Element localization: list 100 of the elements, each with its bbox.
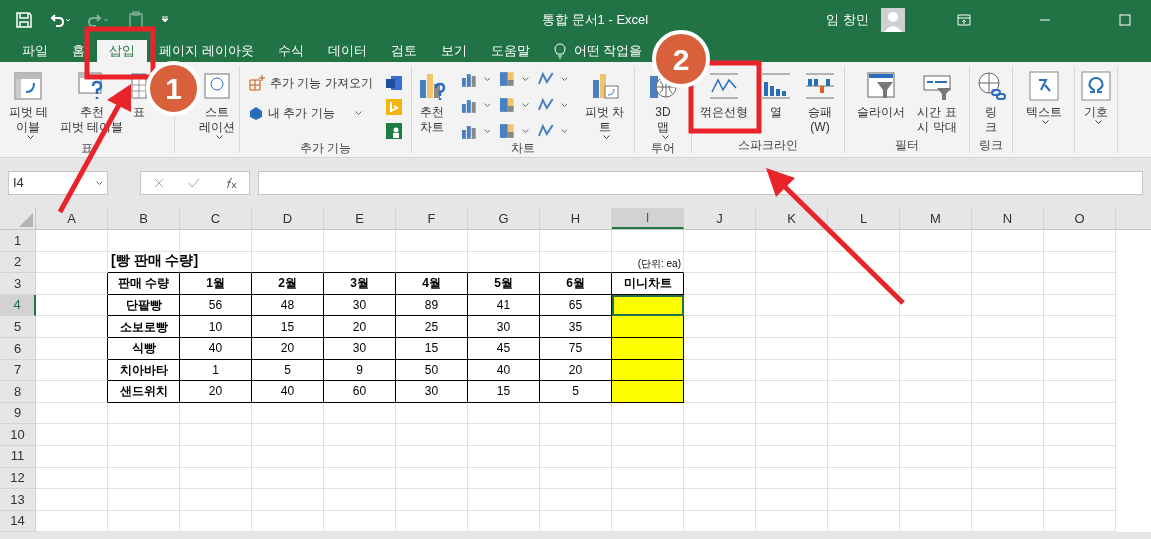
ribbon-button[interactable]: 기호 <box>1076 66 1116 153</box>
cancel-icon[interactable] <box>152 177 165 189</box>
column-header[interactable]: O <box>1044 208 1116 229</box>
grid-cell <box>900 445 972 468</box>
check-icon[interactable] <box>188 177 200 189</box>
chart-type-icon[interactable] <box>498 122 517 140</box>
maximize-icon[interactable] <box>1119 14 1131 26</box>
caret-icon <box>354 111 362 117</box>
row-header[interactable]: 14 <box>0 510 36 533</box>
table-cell: 10 <box>180 316 252 338</box>
table-cell: 25 <box>396 316 468 338</box>
grid-cell <box>972 445 1044 468</box>
column-header[interactable]: C <box>180 208 252 229</box>
grid-cell <box>1044 445 1116 468</box>
column-header[interactable]: M <box>900 208 972 229</box>
row-header[interactable]: 6 <box>0 337 36 360</box>
formula-field[interactable] <box>258 171 1143 195</box>
ribbon-tab[interactable]: 데이터 <box>315 40 379 62</box>
ribbon-tab[interactable]: 보기 <box>428 40 479 62</box>
ribbon-button[interactable]: 텍스트 <box>1021 66 1066 153</box>
clipboard-icon[interactable] <box>128 11 144 29</box>
chart-type-icon[interactable] <box>498 70 517 88</box>
grid-cell <box>684 402 756 425</box>
grid-cell <box>900 489 972 511</box>
grid-cell <box>972 510 1044 533</box>
ribbon-tab[interactable]: 수식 <box>265 40 316 62</box>
row-header[interactable]: 7 <box>0 359 36 382</box>
ribbon-button[interactable]: 시간 표 시 막대 <box>913 66 961 137</box>
grid-cell <box>972 359 1044 382</box>
column-header[interactable]: G <box>468 208 540 229</box>
ribbon-button[interactable]: 열 <box>756 66 796 137</box>
ribbon-button[interactable]: 피벗 차트 <box>575 66 634 140</box>
ribbon-tab[interactable]: 페이지 레이아웃 <box>147 40 266 62</box>
column-header[interactable]: J <box>684 208 756 229</box>
column-header[interactable]: A <box>36 208 108 229</box>
grid-cell <box>756 230 828 252</box>
row-header[interactable]: 8 <box>0 381 36 403</box>
row-header[interactable]: 4 <box>0 294 36 317</box>
grid-cell <box>36 316 108 338</box>
column-header[interactable]: N <box>972 208 1044 229</box>
ribbon-button[interactable]: 3D 맵 <box>655 105 671 140</box>
grid-cell <box>684 316 756 338</box>
column-header[interactable]: D <box>252 208 324 229</box>
grid-cell <box>324 510 396 533</box>
highlight-frame <box>84 26 156 80</box>
grid-cell <box>756 445 828 468</box>
ribbon-button[interactable]: 링 크 <box>971 66 1011 137</box>
row-header[interactable]: 13 <box>0 489 36 511</box>
save-icon[interactable] <box>16 12 32 28</box>
grid-cell <box>540 510 612 533</box>
visio-icon[interactable] <box>384 74 403 92</box>
row-header[interactable]: 1 <box>0 230 36 252</box>
caret-icon <box>560 76 568 82</box>
column-header[interactable]: F <box>396 208 468 229</box>
ribbon-button[interactable]: 스트 레이션 <box>199 105 235 140</box>
ribbon-button[interactable]: 표 <box>131 66 148 120</box>
grid-cell <box>972 273 1044 295</box>
window-title: 통합 문서1 - Excel <box>542 11 649 30</box>
row-header[interactable]: 11 <box>0 445 36 468</box>
grid-cell <box>828 316 900 338</box>
tell-me-field[interactable]: 어떤 작업을 <box>573 41 643 61</box>
row-header[interactable]: 12 <box>0 467 36 490</box>
ribbon-tab[interactable]: 홈 <box>60 40 97 62</box>
ribbon-tab[interactable]: 검토 <box>378 40 429 62</box>
header-cell: 4월 <box>396 273 468 295</box>
caret-icon <box>522 76 529 82</box>
grid-cell <box>828 467 900 490</box>
undo-icon[interactable] <box>48 12 72 28</box>
ribbon-button[interactable]: 추가 기능 가져오기 <box>248 74 373 92</box>
ribbon-button[interactable]: 슬라이서 <box>853 66 910 137</box>
row-header[interactable]: 3 <box>0 273 36 295</box>
ribbon-tab[interactable]: 삽입 <box>97 40 147 62</box>
name-box[interactable]: I4 <box>8 171 108 195</box>
ribbon-button[interactable]: 추천 차트 <box>412 66 452 140</box>
caret-icon <box>1042 120 1049 125</box>
caret-icon <box>603 135 611 140</box>
row-header[interactable]: 10 <box>0 424 36 446</box>
ribbon-tab[interactable]: 도움말 <box>478 40 542 62</box>
row-header[interactable]: 2 <box>0 251 36 274</box>
column-header[interactable]: E <box>324 208 396 229</box>
grid-cell <box>756 510 828 533</box>
grid-cell <box>828 381 900 403</box>
grid-cell <box>612 445 684 468</box>
ribbon-button[interactable]: 피벗 테 이블 <box>4 66 52 140</box>
caret-icon <box>26 135 34 140</box>
ribbon-tab[interactable]: 파일 <box>10 40 60 62</box>
row-header[interactable]: 5 <box>0 316 36 338</box>
ribbon-display-icon[interactable] <box>957 14 971 26</box>
row-header[interactable]: 9 <box>0 402 36 425</box>
column-header[interactable]: B <box>108 208 180 229</box>
chart-type-icon[interactable] <box>498 96 517 114</box>
column-header[interactable]: K <box>756 208 828 229</box>
ribbon-button[interactable]: 승패 (W) <box>800 66 840 137</box>
ribbon-button[interactable]: 내 추가 기능 <box>248 104 373 122</box>
column-header[interactable]: L <box>828 208 900 229</box>
column-header[interactable]: I <box>612 208 684 229</box>
grid-cell <box>180 424 252 446</box>
people-graph-icon[interactable] <box>384 122 403 140</box>
customize-icon[interactable] <box>160 15 170 25</box>
table-cell: 40 <box>468 359 540 382</box>
